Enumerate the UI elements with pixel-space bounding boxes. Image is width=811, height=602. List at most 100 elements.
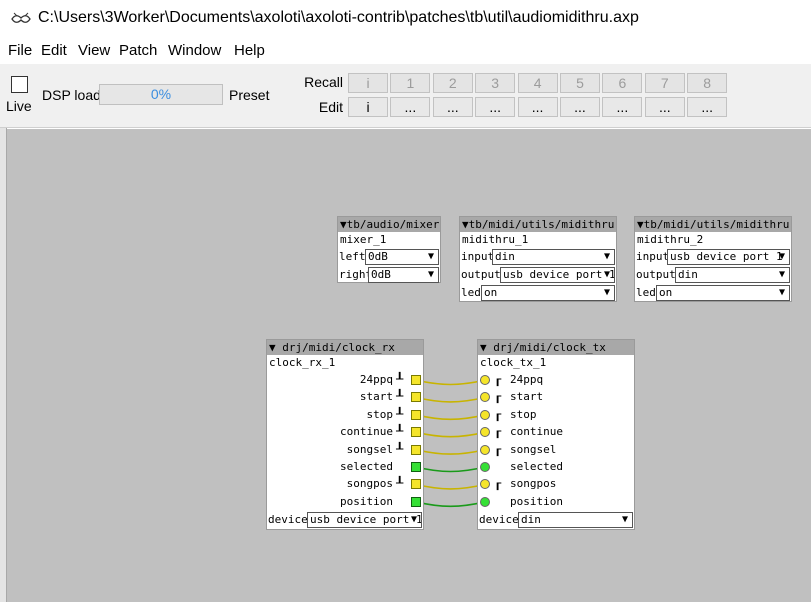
object-midithru-1-instance: midithru_1 [462, 233, 529, 246]
wire-songsel[interactable] [415, 448, 486, 455]
trigger-icon: ┎ [494, 476, 502, 491]
midithru-1-led-dropdown[interactable]: on ▼ [481, 285, 615, 301]
outlet-songsel-port[interactable] [411, 444, 421, 455]
menu-view[interactable]: View [78, 42, 110, 59]
object-clock-tx[interactable]: ▼ drj/midi/clock_tx clock_tx_1 ┎ 24ppq ┎ st… [477, 339, 635, 530]
recall-button-6[interactable]: 6 [602, 73, 643, 93]
edit-button-2[interactable]: ... [432, 97, 473, 117]
inlet-24ppq-port[interactable] [480, 375, 490, 385]
clock-rx-outlet-row: stop ┸ [267, 406, 423, 424]
edit-button-1[interactable]: ... [390, 97, 431, 117]
inlet-label: 24ppq [510, 373, 544, 386]
wire-stop[interactable] [415, 414, 486, 421]
trigger-icon: ┎ [494, 424, 502, 439]
recall-button-1[interactable]: 1 [390, 73, 431, 93]
outlet-label: songsel [346, 442, 393, 456]
recall-button-i[interactable]: i [348, 73, 388, 93]
inlet-label: selected [510, 460, 563, 473]
recall-button-8[interactable]: 8 [687, 73, 728, 93]
clock-rx-device-dropdown[interactable]: usb device port 1 ▼ [307, 512, 422, 528]
mixer-param-left: left 0dB ▼ [338, 248, 440, 266]
inlet-selected-port[interactable] [480, 462, 490, 472]
dropdown-arrow-icon: ▼ [410, 514, 417, 525]
param-label: left [339, 250, 366, 263]
menu-edit[interactable]: Edit [41, 42, 67, 59]
recall-button-4[interactable]: 4 [517, 73, 558, 93]
outlet-label: 24ppq [359, 373, 393, 386]
edit-button-8[interactable]: ... [687, 97, 728, 117]
edit-button-3[interactable]: ... [475, 97, 516, 117]
recall-button-3[interactable]: 3 [475, 73, 516, 93]
clock-tx-inlet-row: ┎ 24ppq [478, 371, 634, 389]
object-clock-rx-instance: clock_rx_1 [269, 356, 336, 369]
param-label: input [636, 250, 670, 263]
menu-window[interactable]: Window [168, 42, 221, 59]
inlet-start-port[interactable] [480, 392, 490, 403]
midithru-2-output-dropdown[interactable]: din ▼ [675, 267, 790, 283]
trigger-icon: ┎ [494, 389, 502, 404]
midithru-2-led-dropdown[interactable]: on ▼ [656, 285, 790, 301]
clock-rx-outlet-row: 24ppq ┸ [267, 371, 423, 389]
edit-button-7[interactable]: ... [644, 97, 685, 117]
edit-button-0[interactable]: i [348, 97, 388, 117]
wire-start[interactable] [415, 396, 486, 403]
inlet-position-port[interactable] [480, 496, 490, 507]
dropdown-arrow-icon: ▼ [427, 269, 434, 280]
patch-canvas[interactable]: ▼tb/audio/mixer mixer_1 left 0dB ▼ right … [7, 129, 811, 602]
midithru-1-param-output: output usb device port 1 ▼ [460, 266, 616, 284]
live-checkbox[interactable] [11, 76, 28, 93]
clock-tx-inlet-row: ┎ songsel [478, 441, 634, 459]
menu-patch[interactable]: Patch [119, 42, 157, 59]
object-midithru-1[interactable]: ▼tb/midi/utils/midithru midithru_1 input… [459, 216, 617, 302]
wire-24ppq[interactable] [415, 379, 486, 386]
object-clock-tx-instance: clock_tx_1 [480, 356, 547, 369]
dsp-load-label: DSP load [42, 87, 101, 103]
inlet-label: songpos [510, 477, 557, 491]
wire-songpos[interactable] [415, 483, 486, 490]
dropdown-arrow-icon: ▼ [427, 251, 434, 262]
menu-help[interactable]: Help [234, 42, 265, 59]
dropdown-arrow-icon: ▼ [778, 287, 785, 298]
object-mixer-instance: mixer_1 [340, 233, 387, 246]
object-midithru-2-instance: midithru_2 [637, 233, 704, 246]
object-midithru-2[interactable]: ▼tb/midi/utils/midithru midithru_2 input… [634, 216, 792, 302]
clock-rx-param-device: device usb device port 1 ▼ [267, 511, 423, 529]
recall-button-2[interactable]: 2 [432, 73, 473, 93]
mixer-right-dropdown[interactable]: 0dB ▼ [368, 267, 439, 283]
wire-position[interactable] [415, 501, 486, 508]
object-mixer-type: ▼tb/audio/mixer [338, 217, 440, 232]
trigger-icon: ┎ [494, 372, 502, 386]
outlet-start-port[interactable] [411, 392, 421, 403]
outlet-selected-port[interactable] [411, 462, 421, 472]
clock-rx-outlet-row: selected [267, 458, 423, 476]
object-mixer[interactable]: ▼tb/audio/mixer mixer_1 left 0dB ▼ right … [337, 216, 441, 283]
outlet-songpos-port[interactable] [411, 479, 421, 490]
edit-button-5[interactable]: ... [560, 97, 600, 117]
inlet-continue-port[interactable] [480, 427, 490, 438]
outlet-position-port[interactable] [411, 496, 421, 507]
recall-button-5[interactable]: 5 [560, 73, 600, 93]
midithru-2-input-dropdown[interactable]: usb device port 1 ▼ [667, 249, 790, 265]
wire-continue[interactable] [415, 431, 486, 438]
outlet-24ppq-port[interactable] [411, 375, 421, 385]
outlet-stop-port[interactable] [411, 409, 421, 420]
inlet-songpos-port[interactable] [480, 479, 490, 490]
clock-tx-inlet-row: ┎ stop [478, 406, 634, 424]
edit-button-4[interactable]: ... [517, 97, 558, 117]
mixer-left-dropdown[interactable]: 0dB ▼ [365, 249, 439, 265]
trigger-icon: ┸ [396, 424, 404, 439]
object-clock-rx[interactable]: ▼ drj/midi/clock_rx clock_rx_1 24ppq ┸ sta… [266, 339, 424, 530]
outlet-continue-port[interactable] [411, 427, 421, 438]
clock-tx-inlet-row: ┎ continue [478, 423, 634, 441]
inlet-songsel-port[interactable] [480, 444, 490, 455]
midithru-1-input-dropdown[interactable]: din ▼ [492, 249, 615, 265]
wire-selected[interactable] [415, 466, 486, 473]
menu-file[interactable]: File [8, 42, 32, 59]
midithru-1-output-dropdown[interactable]: usb device port 1 ▼ [500, 267, 615, 283]
trigger-icon: ┸ [396, 476, 404, 491]
inlet-stop-port[interactable] [480, 409, 490, 420]
edit-button-6[interactable]: ... [602, 97, 643, 117]
recall-button-7[interactable]: 7 [644, 73, 685, 93]
menu-bar: File Edit View Patch Window Help [0, 38, 811, 64]
clock-tx-device-dropdown[interactable]: din ▼ [518, 512, 633, 528]
